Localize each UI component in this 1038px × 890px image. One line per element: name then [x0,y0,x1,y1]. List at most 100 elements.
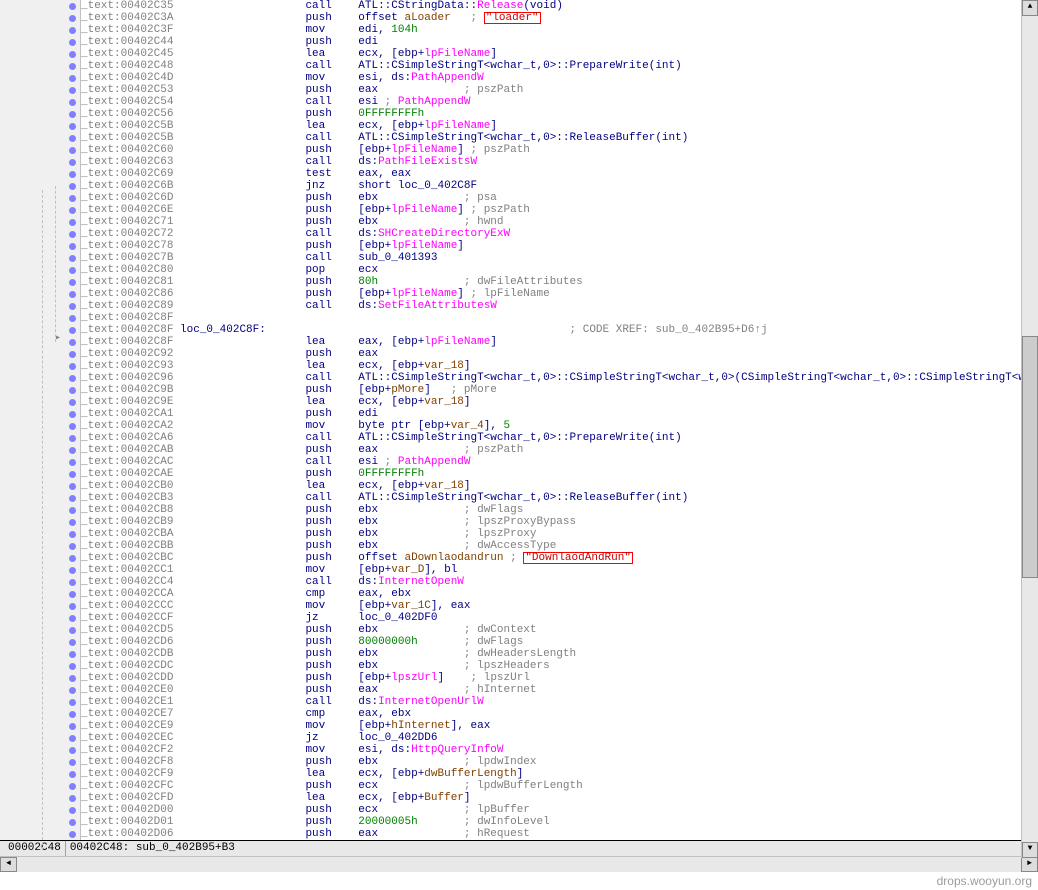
breakpoint-dot-icon[interactable] [69,771,76,778]
gutter-row[interactable] [0,624,80,636]
code-line[interactable]: _text:00402D00 push ecx ; lpBuffer [81,804,1038,816]
code-line[interactable]: _text:00402D01 push 20000005h ; dwInfoLe… [81,816,1038,828]
scroll-left-icon[interactable]: ◄ [0,857,17,872]
breakpoint-dot-icon[interactable] [69,567,76,574]
gutter-row[interactable] [0,456,80,468]
gutter-row[interactable] [0,324,80,336]
gutter-row[interactable] [0,576,80,588]
gutter-row[interactable] [0,636,80,648]
gutter-row[interactable] [0,468,80,480]
code-line[interactable]: _text:00402C3A push offset aLoader ; "lo… [81,12,1038,24]
code-line[interactable]: _text:00402C56 push 0FFFFFFFFh [81,108,1038,120]
code-line[interactable]: _text:00402C72 call ds:SHCreateDirectory… [81,228,1038,240]
breakpoint-dot-icon[interactable] [69,507,76,514]
code-line[interactable]: _text:00402C6B jnz short loc_0_402C8F [81,180,1038,192]
breakpoint-dot-icon[interactable] [69,315,76,322]
gutter-row[interactable] [0,492,80,504]
breakpoint-dot-icon[interactable] [69,195,76,202]
breakpoint-dot-icon[interactable] [69,219,76,226]
breakpoint-dot-icon[interactable] [69,351,76,358]
gutter-row[interactable] [0,240,80,252]
breakpoint-dot-icon[interactable] [69,207,76,214]
breakpoint-dot-icon[interactable] [69,51,76,58]
gutter-row[interactable] [0,276,80,288]
gutter-row[interactable] [0,792,80,804]
code-line[interactable]: _text:00402CE7 cmp eax, ebx [81,708,1038,720]
gutter-row[interactable] [0,420,80,432]
code-line[interactable]: _text:00402CB9 push ebx ; lpszProxyBypas… [81,516,1038,528]
breakpoint-dot-icon[interactable] [69,15,76,22]
breakpoint-dot-icon[interactable] [69,411,76,418]
code-line[interactable]: _text:00402CCC mov [ebp+var_1C], eax [81,600,1038,612]
code-line[interactable]: _text:00402C6E push [ebp+lpFileName] ; p… [81,204,1038,216]
code-line[interactable]: _text:00402C48 call ATL::CSimpleStringT<… [81,60,1038,72]
code-line[interactable]: _text:00402CBB push ebx ; dwAccessType [81,540,1038,552]
code-line[interactable]: _text:00402CE9 mov [ebp+hInternet], eax [81,720,1038,732]
code-line[interactable]: _text:00402CF8 push ebx ; lpdwIndex [81,756,1038,768]
breakpoint-dot-icon[interactable] [69,603,76,610]
code-line[interactable]: _text:00402C8F loc_0_402C8F: ; CODE XREF… [81,324,1038,336]
gutter-row[interactable] [0,504,80,516]
code-line[interactable]: _text:00402C35 call ATL::CStringData::Re… [81,0,1038,12]
code-line[interactable]: _text:00402CD5 push ebx ; dwContext [81,624,1038,636]
gutter-row[interactable] [0,444,80,456]
breakpoint-dot-icon[interactable] [69,555,76,562]
breakpoint-dot-icon[interactable] [69,147,76,154]
gutter-row[interactable] [0,192,80,204]
gutter-row[interactable] [0,696,80,708]
breakpoint-dot-icon[interactable] [69,627,76,634]
breakpoint-dot-icon[interactable] [69,423,76,430]
gutter-row[interactable] [0,612,80,624]
breakpoint-dot-icon[interactable] [69,759,76,766]
gutter-row[interactable] [0,108,80,120]
code-line[interactable]: _text:00402CE0 push eax ; hInternet [81,684,1038,696]
horizontal-scrollbar[interactable]: ◄ ► [0,856,1038,872]
code-line[interactable]: _text:00402CB8 push ebx ; dwFlags [81,504,1038,516]
code-line[interactable]: _text:00402C45 lea ecx, [ebp+lpFileName] [81,48,1038,60]
breakpoint-dot-icon[interactable] [69,231,76,238]
code-line[interactable]: _text:00402D06 push eax ; hRequest [81,828,1038,840]
gutter-row[interactable] [0,84,80,96]
breakpoint-dot-icon[interactable] [69,243,76,250]
gutter-row[interactable] [0,168,80,180]
breakpoint-dot-icon[interactable] [69,303,76,310]
gutter-row[interactable] [0,180,80,192]
gutter-row[interactable] [0,72,80,84]
breakpoint-dot-icon[interactable] [69,783,76,790]
breakpoint-dot-icon[interactable] [69,675,76,682]
code-line[interactable]: _text:00402C7B call sub_0_401393 [81,252,1038,264]
breakpoint-dot-icon[interactable] [69,99,76,106]
gutter-row[interactable] [0,408,80,420]
gutter-row[interactable] [0,528,80,540]
gutter-row[interactable] [0,216,80,228]
code-line[interactable]: _text:00402C9B push [ebp+pMore] ; pMore [81,384,1038,396]
breakpoint-dot-icon[interactable] [69,339,76,346]
breakpoint-dot-icon[interactable] [69,435,76,442]
code-line[interactable]: _text:00402CDD push [ebp+lpszUrl] ; lpsz… [81,672,1038,684]
breakpoint-dot-icon[interactable] [69,75,76,82]
code-line[interactable]: _text:00402CC1 mov [ebp+var_D], bl [81,564,1038,576]
code-line[interactable]: _text:00402C80 pop ecx [81,264,1038,276]
gutter-row[interactable] [0,144,80,156]
code-line[interactable]: _text:00402C63 call ds:PathFileExistsW [81,156,1038,168]
gutter-row[interactable] [0,60,80,72]
code-line[interactable]: _text:00402CF9 lea ecx, [ebp+dwBufferLen… [81,768,1038,780]
gutter-row[interactable] [0,12,80,24]
breakpoint-dot-icon[interactable] [69,747,76,754]
gutter-row[interactable] [0,372,80,384]
breakpoint-dot-icon[interactable] [69,279,76,286]
code-line[interactable]: _text:00402CBA push ebx ; lpszProxy [81,528,1038,540]
breakpoint-dot-icon[interactable] [69,807,76,814]
gutter-row[interactable] [0,768,80,780]
gutter-row[interactable] [0,36,80,48]
gutter-row[interactable] [0,600,80,612]
gutter-row[interactable] [0,288,80,300]
code-line[interactable]: _text:00402C69 test eax, eax [81,168,1038,180]
code-line[interactable]: _text:00402CD6 push 80000000h ; dwFlags [81,636,1038,648]
breakpoint-dot-icon[interactable] [69,579,76,586]
code-line[interactable]: _text:00402CAE push 0FFFFFFFFh [81,468,1038,480]
breakpoint-dot-icon[interactable] [69,39,76,46]
code-line[interactable]: _text:00402CFC push ecx ; lpdwBufferLeng… [81,780,1038,792]
breakpoint-dot-icon[interactable] [69,267,76,274]
gutter-row[interactable] [0,540,80,552]
